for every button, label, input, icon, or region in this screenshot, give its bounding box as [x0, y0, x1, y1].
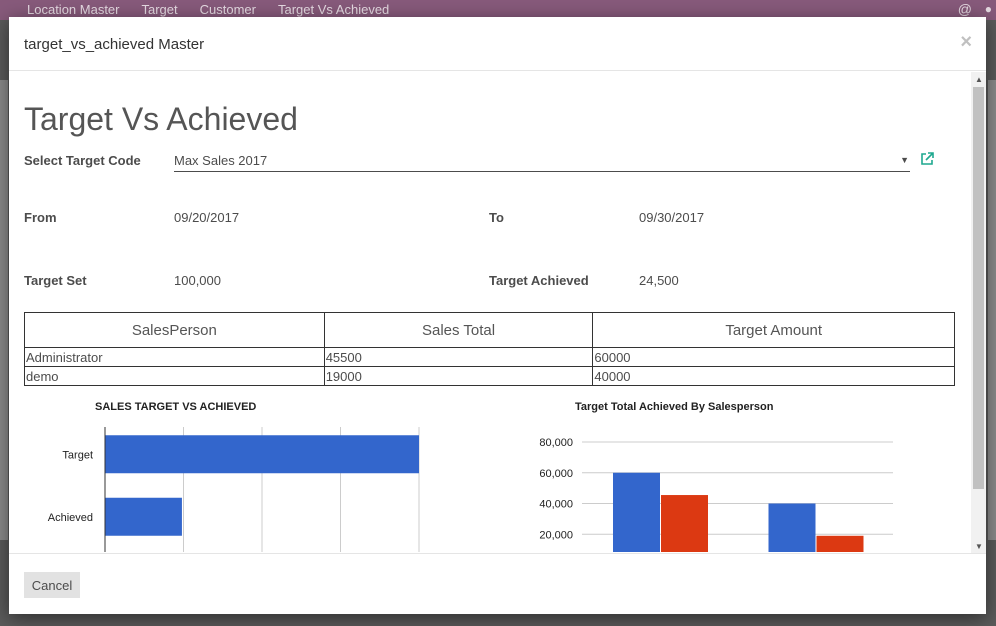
bar — [661, 495, 708, 552]
column-header-target-amount: Target Amount — [592, 312, 955, 348]
select-target-code-label: Select Target Code — [24, 153, 141, 168]
external-link-icon[interactable] — [920, 152, 934, 166]
background-card — [988, 80, 996, 540]
table-header-row: SalesPerson Sales Total Target Amount — [24, 312, 955, 348]
target-set-label: Target Set — [24, 273, 87, 288]
tick-label: 80,000 — [539, 437, 573, 449]
cell-salesperson: demo — [24, 366, 325, 386]
table-row: Administrator 45500 60000 — [24, 347, 955, 367]
category-label: Target — [62, 449, 93, 461]
target-code-select[interactable]: Max Sales 2017 ▼ — [174, 151, 910, 172]
top-menu: Location Master Target Customer Target V… — [27, 2, 411, 17]
to-label: To — [489, 210, 504, 225]
target-set-value: 100,000 — [174, 273, 221, 288]
sales-target-vs-achieved-chart: Target Achieved — [48, 427, 420, 552]
target-code-value: Max Sales 2017 — [174, 153, 268, 168]
tick-label: 60,000 — [539, 468, 573, 480]
scrollbar-thumb[interactable] — [973, 87, 984, 489]
target-achieved-label: Target Achieved — [489, 273, 589, 288]
salesperson-table: SalesPerson Sales Total Target Amount Ad… — [24, 312, 955, 386]
scroll-down-icon[interactable]: ▼ — [975, 542, 983, 551]
table-row: demo 19000 40000 — [24, 366, 955, 386]
bar — [816, 535, 864, 552]
tick-label: 20,000 — [539, 529, 573, 541]
from-value[interactable]: 09/20/2017 — [174, 210, 239, 225]
menu-location-master[interactable]: Location Master — [27, 2, 120, 17]
dialog-title: target_vs_achieved Master — [24, 36, 205, 53]
column-header-sales-total: Sales Total — [323, 312, 594, 348]
bar — [613, 472, 660, 552]
scroll-up-icon[interactable]: ▲ — [975, 75, 983, 84]
background-card — [0, 80, 8, 540]
dialog-footer: Cancel — [9, 553, 986, 614]
menu-target[interactable]: Target — [142, 2, 178, 17]
dialog-body: Target Vs Achieved Select Target Code Ma… — [9, 72, 971, 552]
to-value[interactable]: 09/30/2017 — [639, 210, 704, 225]
cancel-button[interactable]: Cancel — [24, 572, 80, 598]
chevron-down-icon[interactable]: ▼ — [900, 155, 909, 165]
bar — [768, 503, 816, 552]
target-achieved-value: 24,500 — [639, 273, 679, 288]
cell-sales-total: 19000 — [323, 366, 594, 386]
target-by-salesperson-chart: 020,00040,00060,00080,000 — [539, 437, 893, 552]
page-title: Target Vs Achieved — [24, 101, 298, 137]
menu-target-vs-achieved[interactable]: Target Vs Achieved — [278, 2, 389, 17]
user-icon[interactable]: ● — [985, 2, 992, 16]
chart-title: SALES TARGET VS ACHIEVED — [95, 401, 257, 413]
close-icon[interactable]: × — [960, 31, 972, 54]
cell-salesperson: Administrator — [24, 347, 325, 367]
dialog: target_vs_achieved Master × Target Vs Ac… — [9, 17, 986, 614]
tick-label: 40,000 — [539, 499, 573, 511]
cell-target-amount: 40000 — [592, 366, 955, 386]
menu-customer[interactable]: Customer — [200, 2, 256, 17]
scrollbar[interactable]: ▲ ▼ — [971, 72, 986, 553]
bar — [105, 435, 419, 474]
bar — [105, 497, 182, 536]
chart-title: Target Total Achieved By Salesperson — [575, 401, 774, 413]
at-icon[interactable]: @ — [958, 1, 972, 17]
column-header-salesperson: SalesPerson — [24, 312, 325, 348]
from-label: From — [24, 210, 57, 225]
cell-target-amount: 60000 — [592, 347, 955, 367]
category-label: Achieved — [48, 512, 93, 524]
cell-sales-total: 45500 — [323, 347, 594, 367]
dialog-header: target_vs_achieved Master × — [9, 17, 986, 71]
